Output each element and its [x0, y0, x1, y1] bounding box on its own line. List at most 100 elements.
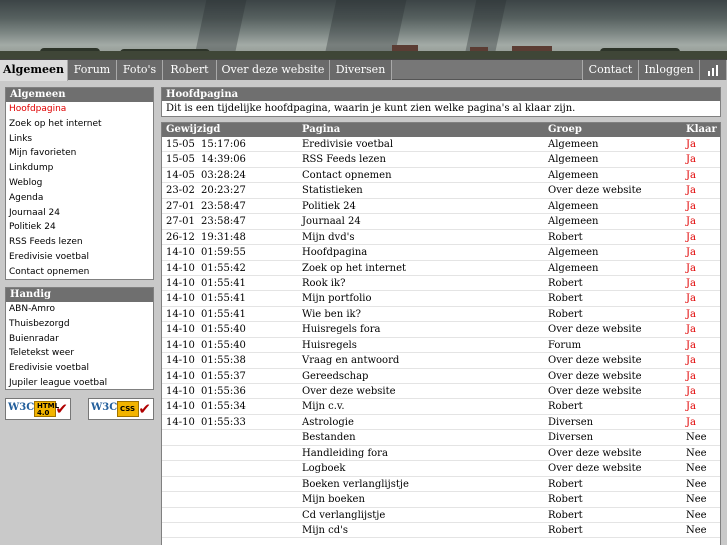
row-ready-status: Nee	[686, 447, 707, 459]
row-ready-status: Nee	[686, 524, 707, 536]
table-row: 14-10 01:55:37 Gereedschap Over deze websit…	[162, 369, 720, 384]
sidebar-algemeen-item[interactable]: Zoek op het internet	[6, 117, 153, 132]
sidebar-handig-item[interactable]: Teletekst weer	[6, 346, 153, 361]
tab-algemeen[interactable]: Algemeen	[0, 60, 68, 81]
row-ready-status: Ja	[686, 386, 696, 397]
bar-chart-icon[interactable]	[700, 60, 727, 80]
sidebar-handig-item[interactable]: Buienradar	[6, 332, 153, 347]
tab-over-deze-website[interactable]: Over deze website	[217, 60, 330, 80]
row-page-link[interactable]: Bestanden	[302, 430, 356, 445]
sidebar-algemeen-item[interactable]: Agenda	[6, 191, 153, 206]
row-page-link[interactable]: Boeken verlanglijstje	[302, 477, 409, 492]
sidebar-handig-item[interactable]: Jupiler league voetbal	[6, 376, 153, 391]
row-page-link[interactable]: Zoek op het internet	[302, 261, 406, 276]
sidebar-algemeen-item[interactable]: RSS Feeds lezen	[6, 235, 153, 250]
tab-forum[interactable]: Forum	[68, 60, 117, 80]
row-time: 20:23:27	[201, 185, 246, 197]
row-group: Robert	[548, 494, 583, 506]
row-page-link[interactable]: Wie ben ik?	[302, 307, 361, 322]
row-group: Robert	[548, 277, 583, 289]
row-page-link[interactable]: Mijn boeken	[302, 492, 365, 507]
sidebar-algemeen-item[interactable]: Mijn favorieten	[6, 146, 153, 161]
row-page-link[interactable]: Huisregels fora	[302, 322, 380, 337]
row-page-link[interactable]: RSS Feeds lezen	[302, 152, 386, 167]
row-date: 15-05	[166, 139, 195, 150]
sidebar-algemeen-item[interactable]: Contact opnemen	[6, 265, 153, 280]
w3c-css-badge[interactable]: W3C CSS ✔	[88, 398, 154, 420]
row-group: Algemeen	[548, 216, 599, 228]
tab-robert[interactable]: Robert	[163, 60, 217, 80]
row-page-link[interactable]: Handleiding fora	[302, 446, 388, 461]
row-group: Diversen	[548, 416, 594, 428]
row-page-link[interactable]: Mijn cd's	[302, 523, 348, 538]
sidebar-handig-item[interactable]: ABN-Amro	[6, 302, 153, 317]
sidebar-algemeen-item[interactable]: Politiek 24	[6, 220, 153, 235]
row-group: Over deze website	[548, 447, 642, 459]
row-time: 01:55:33	[201, 416, 246, 428]
row-page-link[interactable]: Contact opnemen	[302, 168, 392, 183]
row-page-link[interactable]: Journaal 24	[302, 214, 361, 229]
row-page-link[interactable]: Huisregels	[302, 338, 357, 353]
sidebar-algemeen-item[interactable]: Weblog	[6, 176, 153, 191]
row-page-link[interactable]: Astrologie	[302, 415, 354, 430]
table-row: Cd verlanglijstje Robert Nee	[162, 508, 720, 523]
header-pagina: Pagina	[302, 124, 341, 135]
sidebar-algemeen-item[interactable]: Links	[6, 132, 153, 147]
row-ready-status: Ja	[686, 139, 696, 150]
row-page-link[interactable]: Logboek	[302, 461, 345, 476]
row-group: Robert	[548, 509, 583, 521]
table-row: Bestanden Diversen Nee	[162, 430, 720, 446]
tab-inloggen[interactable]: Inloggen	[639, 60, 700, 80]
row-time: 01:55:34	[201, 401, 246, 413]
row-ready-status: Ja	[686, 169, 696, 181]
row-page-link[interactable]: Over deze website	[302, 384, 396, 399]
intro-panel: Hoofdpagina Dit is een tijdelijke hoofdp…	[161, 87, 721, 117]
intro-title: Hoofdpagina	[162, 88, 720, 101]
tab-contact[interactable]: Contact	[582, 60, 639, 80]
row-page-link[interactable]: Eredivisie voetbal	[302, 137, 393, 152]
table-row: 14-10 01:55:40 Huisregels fora Over deze we…	[162, 322, 720, 338]
row-page-link[interactable]: Gereedschap	[302, 369, 368, 384]
tab-diversen[interactable]: Diversen	[330, 60, 392, 80]
header-groep: Groep	[548, 124, 582, 135]
row-ready-status: Ja	[686, 293, 696, 305]
badge-css-label: CSS	[120, 405, 136, 413]
row-page-link[interactable]: Mijn portfolio	[302, 291, 372, 306]
sidebar-handig-item[interactable]: Eredivisie voetbal	[6, 361, 153, 376]
sidebar-algemeen-item[interactable]: Hoofdpagina	[6, 102, 153, 117]
sidebar-algemeen-item[interactable]: Eredivisie voetbal	[6, 250, 153, 265]
w3c-logo: W3C	[91, 402, 118, 413]
sidebar-algemeen-item[interactable]: Journaal 24	[6, 206, 153, 221]
row-date: 14-10	[166, 247, 195, 259]
row-page-link[interactable]: Cd verlanglijstje	[302, 508, 385, 523]
tab-fotos[interactable]: Foto's	[117, 60, 163, 80]
row-ready-status: Nee	[686, 478, 707, 490]
table-row: Logboek Over deze website Nee	[162, 461, 720, 477]
sidebar-algemeen-title: Algemeen	[6, 88, 153, 102]
row-page-link[interactable]: Hoofdpagina	[302, 245, 367, 260]
row-page-link[interactable]: Statistieken	[302, 183, 363, 198]
row-date: 14-10	[166, 308, 195, 320]
row-page-link[interactable]: Rook ik?	[302, 276, 345, 291]
table-row: Mijn cd's Robert Nee	[162, 523, 720, 539]
header-banner-image	[0, 0, 727, 60]
row-date: 27-01	[166, 216, 195, 228]
table-row: Boeken verlanglijstje Robert Nee	[162, 477, 720, 493]
sidebar-handig-item[interactable]: Thuisbezorgd	[6, 317, 153, 332]
row-date: 14-10	[166, 386, 195, 397]
row-group: Robert	[548, 231, 583, 243]
row-ready-status: Ja	[686, 355, 696, 367]
w3c-html-badge[interactable]: W3C HTML 4.0 ✔	[5, 398, 71, 420]
row-page-link[interactable]: Politiek 24	[302, 199, 356, 214]
row-page-link[interactable]: Mijn c.v.	[302, 399, 345, 414]
row-ready-status: Nee	[686, 463, 707, 475]
row-page-link[interactable]: Mijn dvd's	[302, 230, 355, 245]
table-row: 14-10 01:55:41 Mijn portfolio Robert Ja	[162, 291, 720, 307]
table-row: Mijn boeken Robert Nee	[162, 492, 720, 508]
table-row: 14-05 03:28:24 Contact opnemen Algemeen Ja	[162, 168, 720, 184]
row-page-link[interactable]: Vraag en antwoord	[302, 353, 399, 368]
table-row: 14-10 01:55:41 Wie ben ik? Robert Ja	[162, 307, 720, 323]
row-ready-status: Ja	[686, 200, 696, 212]
sidebar-algemeen-item[interactable]: Linkdump	[6, 161, 153, 176]
row-ready-status: Ja	[686, 247, 696, 259]
